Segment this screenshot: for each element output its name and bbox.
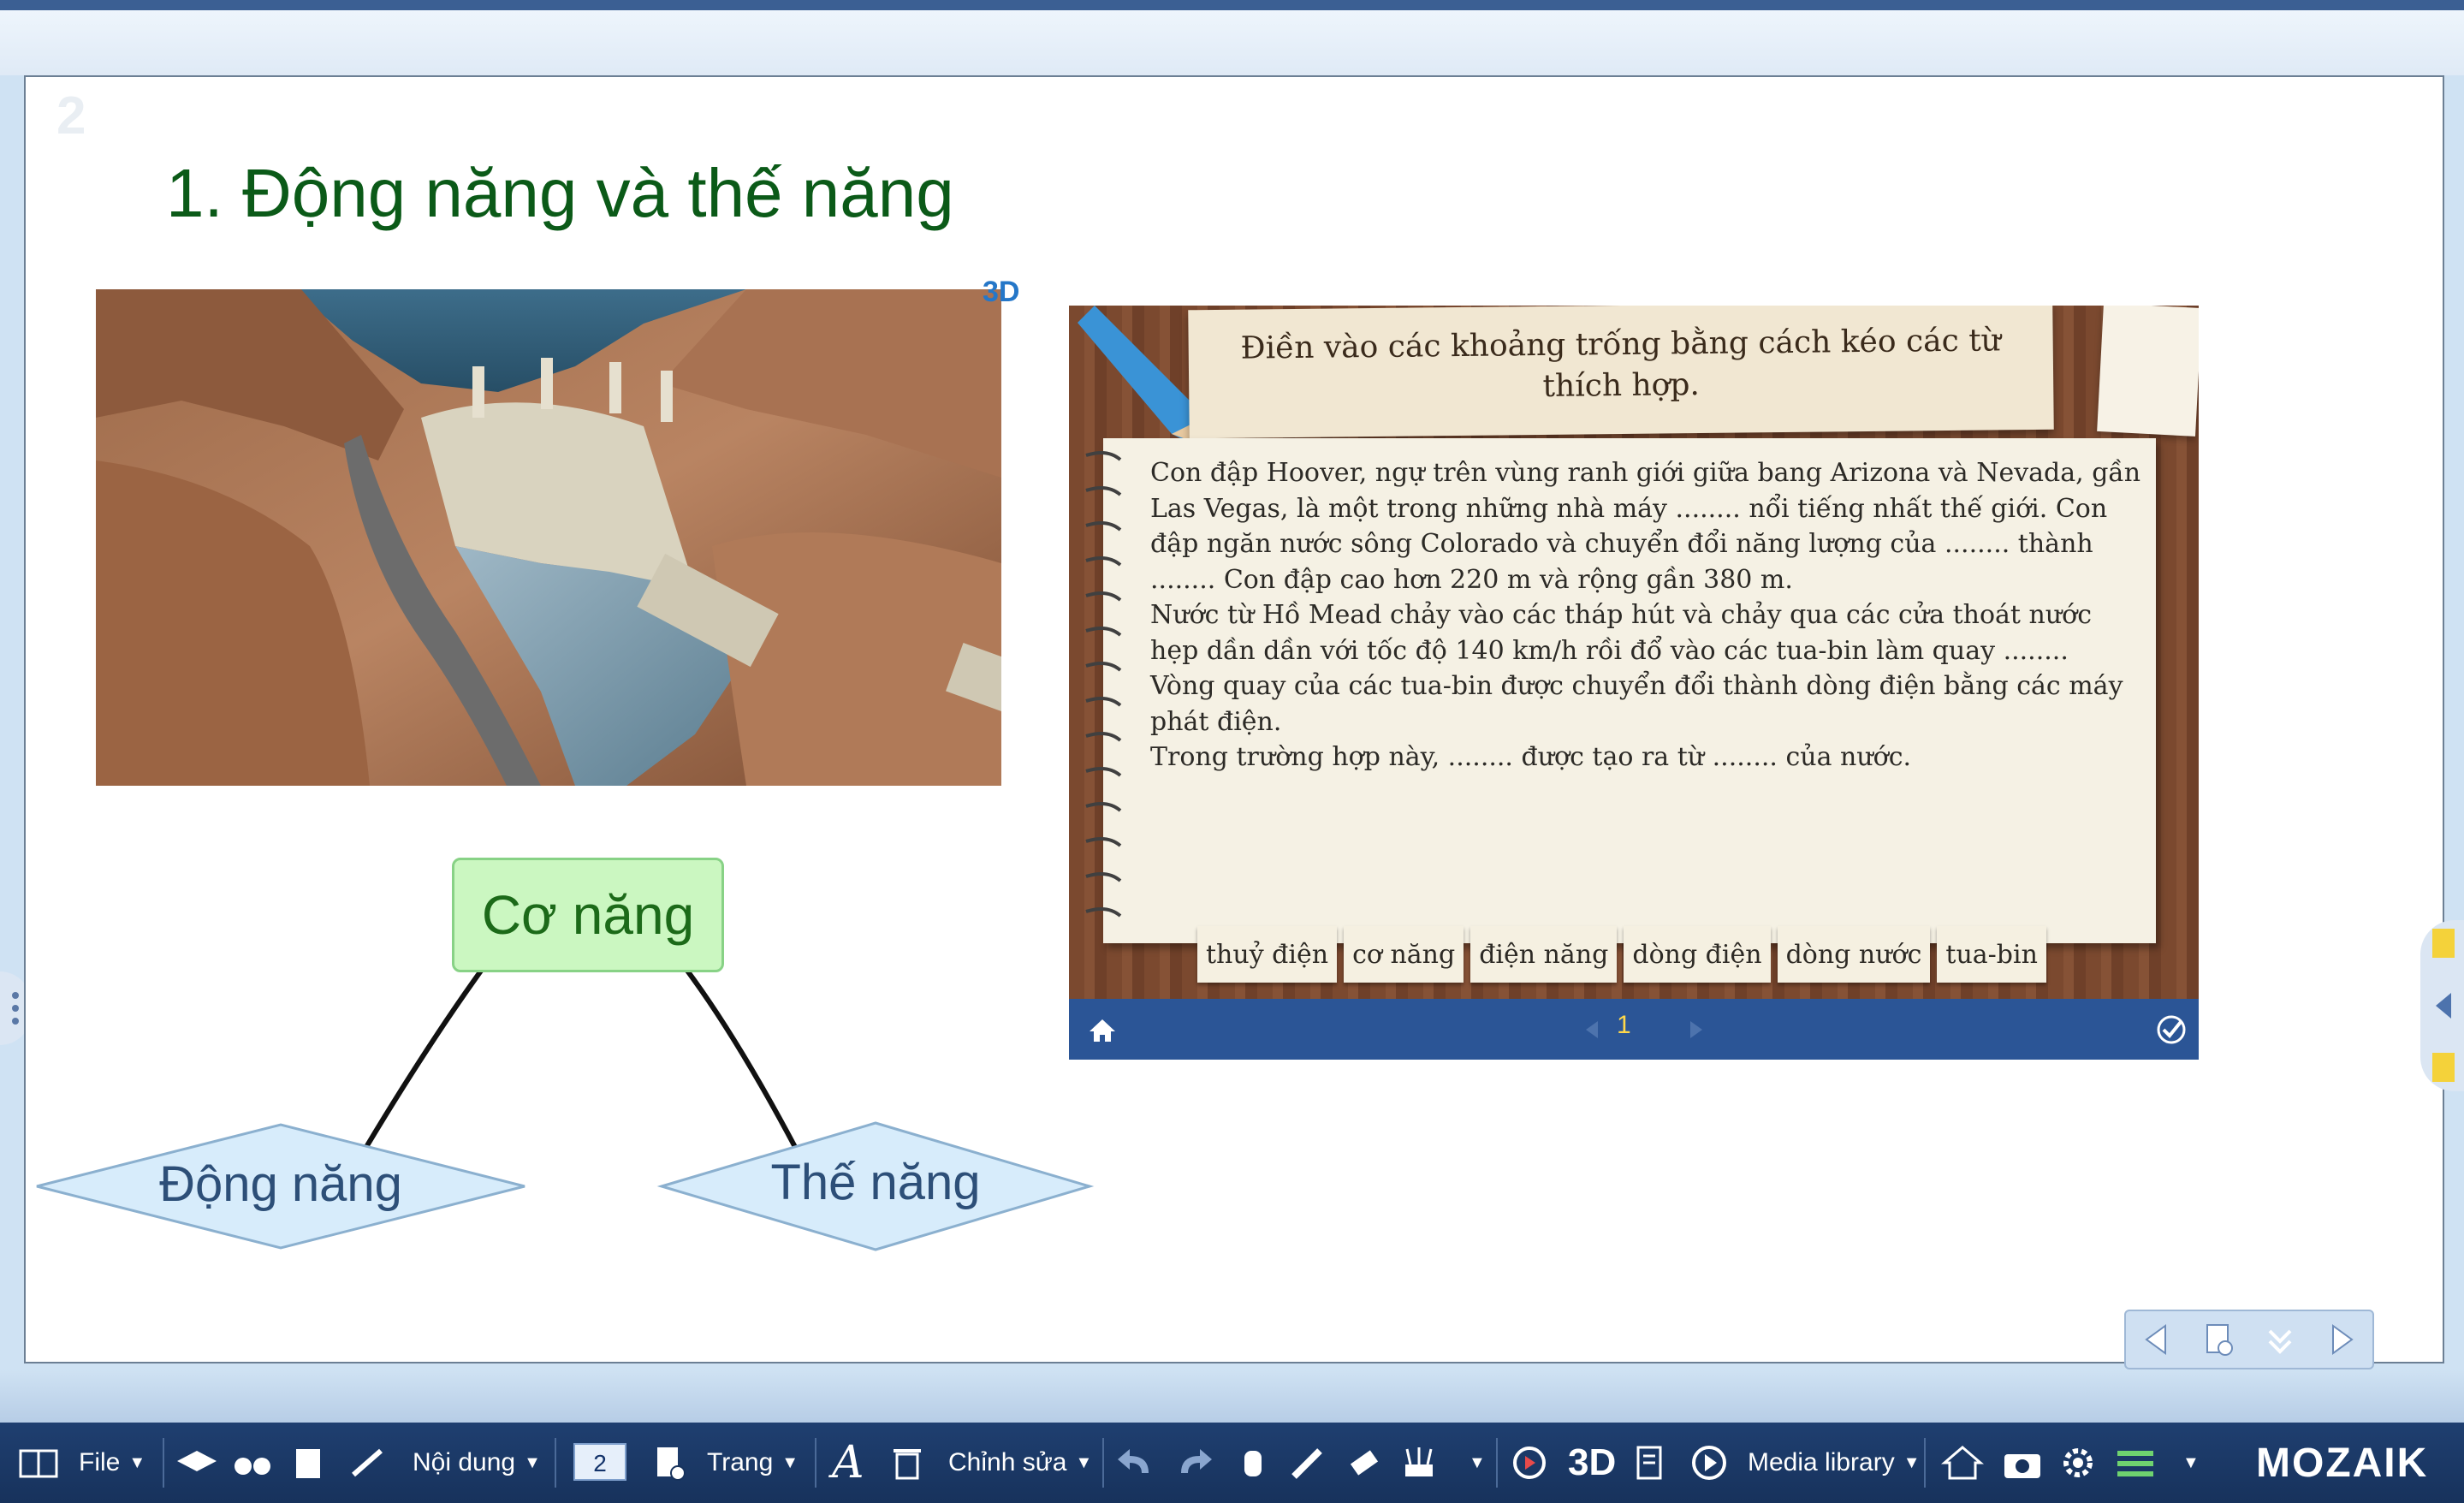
binoculars-icon[interactable] bbox=[231, 1423, 274, 1503]
page-menu-label: Trang bbox=[707, 1448, 774, 1476]
hand-icon[interactable] bbox=[1234, 1423, 1272, 1503]
home-icon[interactable] bbox=[1088, 1018, 1117, 1043]
next-page-arrow-icon[interactable] bbox=[2323, 1321, 2360, 1358]
text-tool-icon[interactable]: A bbox=[832, 1423, 864, 1503]
trash-icon[interactable] bbox=[888, 1423, 926, 1503]
add-page-icon[interactable] bbox=[650, 1423, 688, 1503]
toolbar-divider bbox=[163, 1438, 164, 1488]
connector-left bbox=[364, 965, 486, 1149]
toolbar-divider bbox=[1924, 1438, 1926, 1488]
eraser-icon[interactable] bbox=[1345, 1423, 1383, 1503]
word-tile[interactable]: cơ năng bbox=[1344, 926, 1464, 983]
add-page-icon[interactable] bbox=[2200, 1321, 2237, 1358]
top-tab-strip bbox=[0, 0, 2464, 10]
exercise-text: Con đập Hoover, ngự trên vùng ranh giới … bbox=[1150, 455, 2143, 775]
3d-icon[interactable]: 3D bbox=[1568, 1423, 1616, 1503]
toolbar-shelf bbox=[0, 1369, 2464, 1423]
word-bank: thuỷ điện cơ năng điện năng dòng điện dò… bbox=[1197, 926, 2046, 986]
fill-blanks-exercise: Điền vào các khoảng trống bằng cách kéo … bbox=[1069, 306, 2199, 1060]
word-tile[interactable]: thuỷ điện bbox=[1197, 926, 1338, 983]
file-menu[interactable]: File ▼ bbox=[79, 1423, 145, 1503]
word-tile[interactable]: tua-bin bbox=[1937, 926, 2046, 983]
page-number-input[interactable]: 2 bbox=[573, 1443, 626, 1481]
view-dropdown[interactable]: ▼ bbox=[2174, 1423, 2200, 1503]
prev-page-icon[interactable] bbox=[1582, 1019, 1603, 1040]
instruction-card: Điền vào các khoảng trống bằng cách kéo … bbox=[1188, 306, 2054, 439]
notes-icon[interactable] bbox=[291, 1423, 329, 1503]
top-frame bbox=[0, 10, 2464, 75]
camera-icon[interactable] bbox=[2001, 1423, 2044, 1503]
pen-icon[interactable] bbox=[1289, 1423, 1327, 1503]
page-number: 2 bbox=[56, 86, 86, 146]
settings-gear-icon[interactable] bbox=[2059, 1423, 2097, 1503]
word-tile[interactable]: dòng nước bbox=[1777, 926, 1931, 983]
exercise-paragraph-1: Con đập Hoover, ngự trên vùng ranh giới … bbox=[1150, 458, 2141, 595]
concept-node-left[interactable]: Động năng bbox=[37, 1155, 525, 1213]
book-page: 2 1. Động năng và thế năng 3D Cơ năng Độ… bbox=[24, 75, 2444, 1363]
next-page-icon[interactable] bbox=[1685, 1019, 1706, 1040]
concept-node-root[interactable]: Cơ năng bbox=[452, 858, 724, 972]
exercise-paragraph-4: Trong trường hợp này, ........ được tạo … bbox=[1150, 742, 1912, 772]
file-menu-label: File bbox=[79, 1448, 121, 1476]
tools-dropdown[interactable]: ▼ bbox=[1460, 1423, 1486, 1503]
word-tile[interactable]: điện năng bbox=[1470, 926, 1618, 983]
notepad-corner bbox=[2097, 306, 2199, 437]
concept-node-right[interactable]: Thế năng bbox=[662, 1154, 1090, 1211]
toolbar-divider bbox=[1102, 1438, 1104, 1488]
exercise-page-number: 1 bbox=[1617, 1011, 1631, 1039]
dictionary-icon[interactable] bbox=[1631, 1423, 1669, 1503]
word-tile[interactable]: dòng điện bbox=[1624, 926, 1771, 983]
layers-icon[interactable] bbox=[2114, 1423, 2157, 1503]
collapse-down-icon[interactable] bbox=[2261, 1321, 2299, 1358]
hoover-dam-3d-image[interactable] bbox=[96, 289, 1001, 786]
page-menu[interactable]: Trang ▼ bbox=[707, 1423, 799, 1503]
check-icon[interactable] bbox=[2156, 1014, 2187, 1045]
undo-icon[interactable] bbox=[1114, 1423, 1157, 1503]
tools-icon[interactable] bbox=[347, 1423, 389, 1503]
home-tools-icon[interactable] bbox=[1941, 1423, 1984, 1503]
book-icon[interactable] bbox=[17, 1423, 60, 1503]
redo-icon[interactable] bbox=[1173, 1423, 1215, 1503]
collapse-arrow-icon[interactable] bbox=[2436, 993, 2451, 1019]
exercise-nav-bar: 1 bbox=[1069, 999, 2199, 1060]
content-menu[interactable]: Nội dung ▼ bbox=[413, 1423, 541, 1503]
notebook-paper: Con đập Hoover, ngự trên vùng ranh giới … bbox=[1085, 438, 2156, 943]
replay-icon[interactable] bbox=[1508, 1423, 1551, 1503]
toolbar-divider bbox=[815, 1438, 816, 1488]
3d-badge[interactable]: 3D bbox=[983, 276, 1019, 309]
play-icon[interactable] bbox=[1688, 1423, 1731, 1503]
right-panel-icons bbox=[2432, 929, 2455, 1082]
clipboard-icon[interactable] bbox=[2432, 1053, 2455, 1082]
page-title: 1. Động năng và thế năng bbox=[166, 155, 954, 231]
exercise-paragraph-3: Vòng quay của các tua-bin được chuyển đổ… bbox=[1150, 671, 2123, 737]
media-library-label: Media library bbox=[1748, 1448, 1895, 1476]
spiral-binding-icon bbox=[1085, 450, 1122, 918]
media-library-menu[interactable]: Media library ▼ bbox=[1748, 1423, 1921, 1503]
dam-illustration bbox=[96, 289, 1001, 786]
graduation-cap-icon[interactable] bbox=[175, 1423, 218, 1503]
content-menu-label: Nội dung bbox=[413, 1448, 516, 1476]
bottom-toolbar: File ▼ Nội dung ▼ 2 Trang ▼ A Chỉnh sửa ▼ ▼ … bbox=[0, 1423, 2464, 1503]
toolbar-divider bbox=[555, 1438, 556, 1488]
edit-menu-label: Chỉnh sửa bbox=[948, 1448, 1067, 1476]
brushes-icon[interactable] bbox=[1400, 1423, 1438, 1503]
connector-right bbox=[682, 965, 799, 1150]
prev-page-arrow-icon[interactable] bbox=[2138, 1321, 2176, 1358]
toolbar-divider bbox=[1496, 1438, 1498, 1488]
note-icon[interactable] bbox=[2432, 929, 2455, 958]
exercise-paragraph-2: Nước từ Hồ Mead chảy vào các tháp hút và… bbox=[1150, 600, 2093, 666]
instruction-text: Điền vào các khoảng trống bằng cách kéo … bbox=[1240, 323, 2002, 404]
right-panel bbox=[2420, 920, 2464, 1091]
page-navigation bbox=[2124, 1310, 2374, 1369]
edit-menu[interactable]: Chỉnh sửa ▼ bbox=[948, 1423, 1092, 1503]
mozaik-logo: MOZAIK bbox=[2256, 1440, 2429, 1486]
